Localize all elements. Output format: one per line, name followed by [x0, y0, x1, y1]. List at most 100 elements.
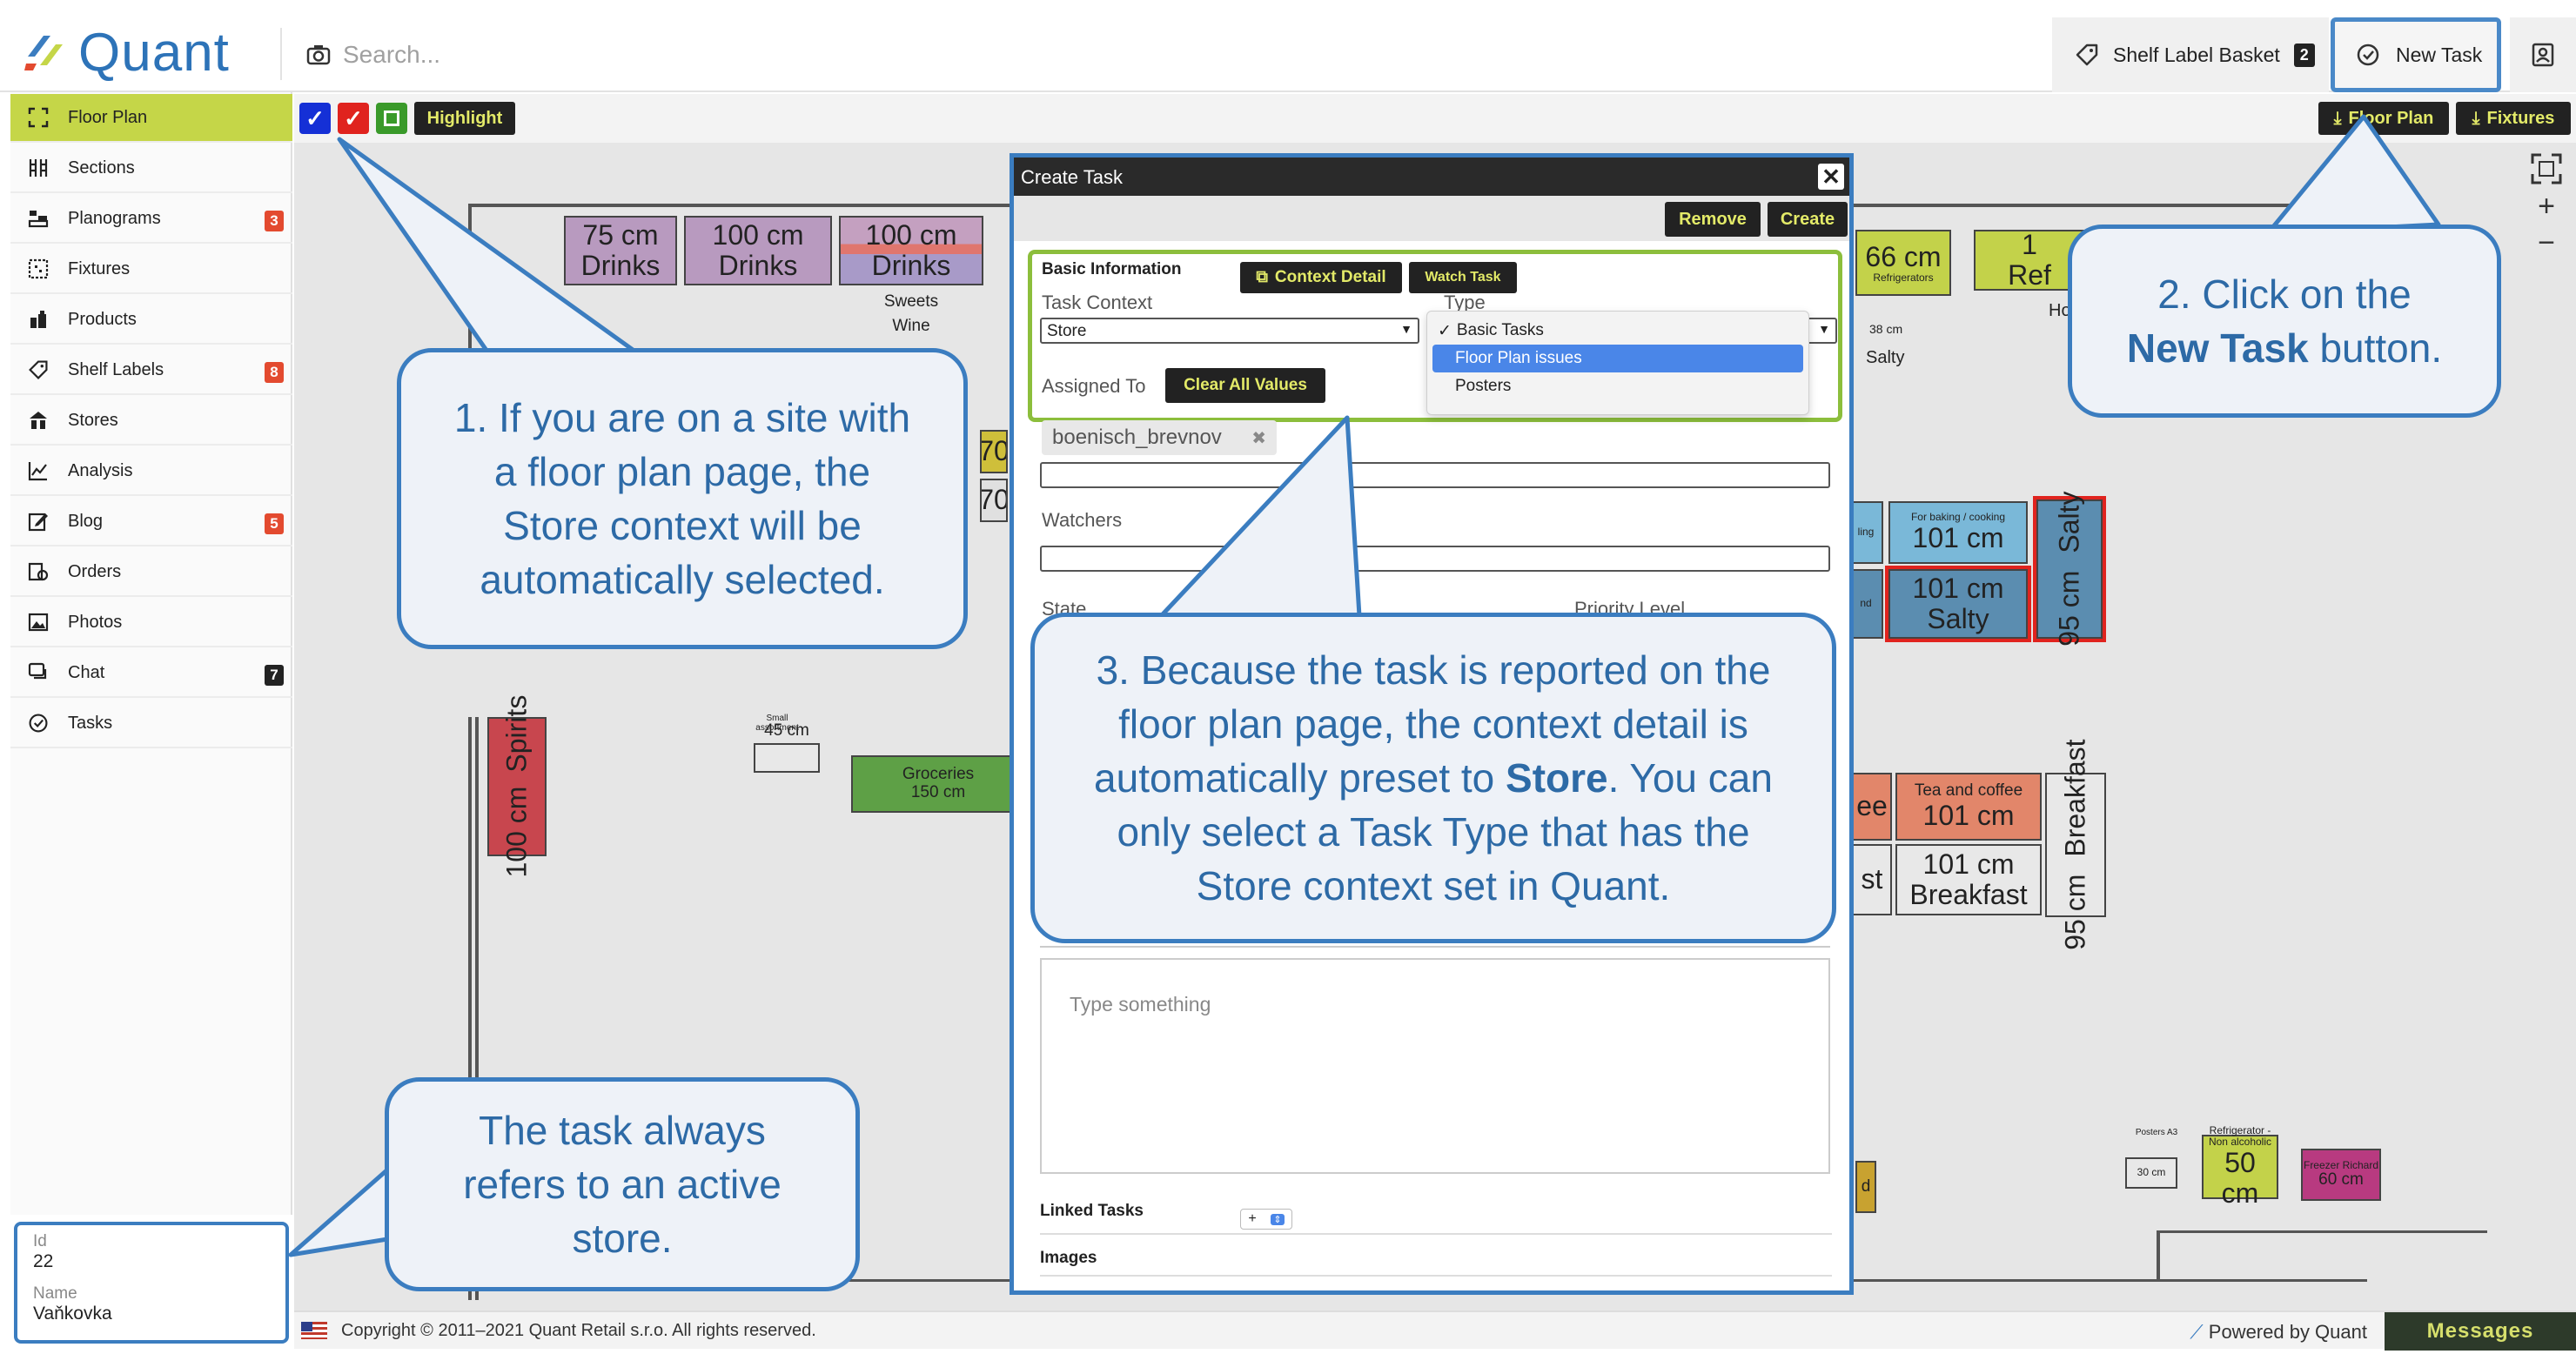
zoom-out-button[interactable]: −	[2532, 228, 2560, 258]
callout-text: . You can	[1607, 755, 1773, 801]
store-icon	[30, 412, 47, 429]
search-input[interactable]: Search...	[343, 41, 440, 69]
callout-line: automatically selected.	[480, 557, 885, 602]
sidebar-item-planograms[interactable]: Planograms 3	[10, 195, 292, 244]
fixture-breakfast-101[interactable]: 101 cm Breakfast	[1895, 844, 2042, 915]
clear-all-values-button[interactable]: Clear All Values	[1165, 368, 1325, 403]
wall	[468, 204, 472, 360]
sidebar-item-products[interactable]: Products	[10, 296, 292, 345]
assignee-chip[interactable]: boenisch_brevnov ✖	[1042, 420, 1277, 455]
camera-icon[interactable]	[306, 44, 331, 66]
zoom-in-button[interactable]: +	[2532, 191, 2560, 221]
fixture-name: Groceries	[902, 765, 975, 784]
watch-task-button[interactable]: Watch Task	[1409, 262, 1517, 293]
planogram-icon	[28, 211, 49, 228]
highlight-button[interactable]: Highlight	[414, 102, 515, 135]
fixture-freezer-richard[interactable]: Freezer Richard 60 cm	[2301, 1149, 2381, 1201]
callout-line: 2. Click on the	[2157, 271, 2412, 317]
fixture-partial-ling[interactable]: ling	[1848, 501, 1883, 564]
header-divider	[280, 28, 282, 80]
shelf-label-basket-button[interactable]: Shelf Label Basket 2	[2052, 17, 2329, 92]
create-button[interactable]: Create	[1768, 202, 1848, 237]
quant-logo[interactable]: Quant	[24, 23, 251, 83]
fixture-groceries[interactable]: Groceries 150 cm	[851, 755, 1025, 813]
fixture-spirits[interactable]: 100 cm Spirits	[487, 695, 547, 878]
sidebar-item-label: Products	[68, 309, 137, 329]
new-task-button[interactable]: New Task	[2331, 17, 2501, 92]
fixture-drinks-100a[interactable]: 100 cm Drinks	[684, 216, 832, 285]
type-option-label: Basic Tasks	[1456, 321, 1544, 339]
fixture-partial-st[interactable]: st	[1852, 844, 1892, 915]
fixture-partial-ee[interactable]: ee	[1852, 773, 1892, 841]
assigned-to-input[interactable]	[1040, 462, 1830, 488]
messages-button[interactable]: Messages	[2385, 1312, 2576, 1351]
highlight-red-checkbox[interactable]: ✓	[338, 103, 369, 134]
task-context-select[interactable]: Store ▼	[1040, 318, 1419, 344]
description-editor[interactable]: Type something	[1040, 958, 1830, 1174]
fixture-70-a[interactable]: 70	[980, 430, 1008, 473]
download-floor-plan-button[interactable]: ⤓ Floor Plan	[2318, 102, 2449, 135]
fixture-baking[interactable]: For baking / cooking 101 cm	[1888, 501, 2028, 564]
fixture-70-b[interactable]: 70	[980, 479, 1008, 522]
fixture-posters[interactable]: 30 cm	[2125, 1157, 2177, 1189]
fixture-refrigerator-non-alcoholic[interactable]: Refrigerator - Non alcoholic 50 cm	[2202, 1124, 2278, 1209]
fixture-salty-101[interactable]: 101 cm Salty	[1885, 566, 2031, 642]
fixture-size: 60 cm	[2318, 1170, 2364, 1190]
download-icon: ⤓	[2472, 108, 2480, 128]
sidebar-item-stores[interactable]: Stores	[10, 397, 292, 446]
linked-tasks-add-stepper[interactable]: + ⇕	[1240, 1209, 1292, 1230]
type-option-posters[interactable]: Posters	[1427, 372, 1808, 400]
sidebar-item-fixtures[interactable]: Fixtures	[10, 245, 292, 294]
check-circle-icon	[2357, 44, 2379, 66]
sidebar-item-tasks[interactable]: Tasks	[10, 700, 292, 748]
fixture-partial-d[interactable]: d	[1855, 1161, 1876, 1213]
fixture-drinks-75[interactable]: 75 cm Drinks	[564, 216, 677, 285]
sidebar-item-label: Floor Plan	[68, 107, 148, 127]
fixture-name: Ref	[2008, 259, 2051, 291]
download-icon: ⤓	[2333, 108, 2342, 128]
download-fixtures-button[interactable]: ⤓ Fixtures	[2456, 102, 2571, 135]
fixture-salty-95[interactable]: 95 cm Salty	[2033, 492, 2106, 647]
fixture-fragment: st	[1861, 863, 1883, 895]
fixture-name: Drinks	[718, 250, 798, 281]
sidebar-item-chat[interactable]: Chat 7	[10, 649, 292, 698]
assignee-name: boenisch_brevnov	[1052, 426, 1222, 449]
user-profile-button[interactable]	[2510, 17, 2576, 92]
sidebar-item-sections[interactable]: Sections	[10, 144, 292, 193]
sidebar-item-blog[interactable]: Blog 5	[10, 498, 292, 546]
sidebar-item-label: Analysis	[68, 460, 133, 480]
fixture-tea-coffee[interactable]: Tea and coffee 101 cm	[1895, 773, 2042, 841]
callout-line: floor plan page, the context detail is	[1118, 701, 1748, 747]
callout-line: automatically preset to Store. You can	[1035, 751, 1832, 805]
callout-new-task: 2. Click on the New Task button.	[2068, 225, 2501, 418]
fullscreen-button[interactable]	[2529, 151, 2564, 186]
us-flag-icon[interactable]	[301, 1322, 327, 1339]
sidebar-item-shelf-labels[interactable]: Shelf Labels 8	[10, 346, 292, 395]
search-bar[interactable]: Search...	[306, 33, 828, 77]
sidebar-item-floor-plan[interactable]: Floor Plan	[10, 94, 292, 143]
callout-line: The task always	[479, 1108, 766, 1153]
sidebar-item-orders[interactable]: Orders	[10, 548, 292, 597]
callout-line: Store context set in Quant.	[1196, 863, 1671, 908]
fixture-small-assortment[interactable]: 45 cm	[754, 721, 820, 773]
context-detail-button[interactable]: ⧉ Context Detail	[1240, 262, 1402, 293]
callout-line: New Task button.	[2072, 321, 2497, 375]
fixture-fragment: ee	[1856, 790, 1888, 822]
remove-chip-icon[interactable]: ✖	[1251, 427, 1266, 449]
tag-icon	[29, 360, 48, 379]
close-icon: ✕	[1821, 163, 1841, 190]
highlight-blue-checkbox[interactable]: ✓	[299, 103, 331, 134]
sidebar-item-analysis[interactable]: Analysis	[10, 447, 292, 496]
type-option-basic-tasks[interactable]: ✓ Basic Tasks	[1427, 317, 1808, 345]
fixture-breakfast-95[interactable]: 95 cm Breakfast	[2045, 740, 2106, 950]
fixture-size: 50 cm	[2221, 1147, 2259, 1210]
type-option-floor-plan-issues[interactable]: Floor Plan issues	[1432, 345, 1803, 372]
watchers-input[interactable]	[1040, 546, 1830, 572]
remove-button[interactable]: Remove	[1665, 202, 1761, 237]
highlight-green-checkbox[interactable]	[376, 103, 407, 134]
fixture-drinks-100b[interactable]: 100 cm Drinks	[839, 216, 983, 285]
fixture-partial-nd[interactable]: nd	[1848, 569, 1883, 639]
close-button[interactable]: ✕	[1818, 164, 1844, 190]
fixture-refrigerators[interactable]: 66 cm Refrigerators	[1855, 230, 1951, 296]
sidebar-item-photos[interactable]: Photos	[10, 599, 292, 647]
